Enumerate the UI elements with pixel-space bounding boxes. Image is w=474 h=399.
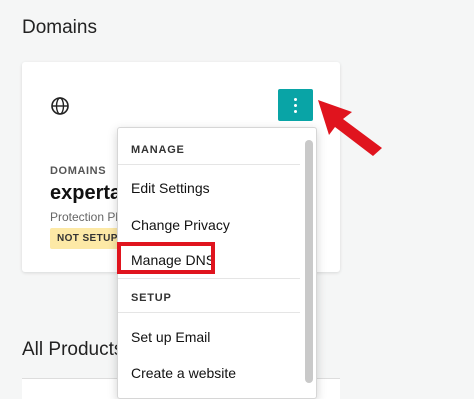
menu-item-change-privacy[interactable]: Change Privacy bbox=[131, 217, 230, 233]
section-title-all-products: All Products bbox=[22, 339, 124, 360]
highlight-box bbox=[117, 242, 215, 274]
status-badge: NOT SETUP bbox=[50, 228, 125, 249]
menu-divider bbox=[118, 278, 300, 279]
menu-scrollbar[interactable] bbox=[305, 140, 313, 383]
menu-section-manage: MANAGE bbox=[131, 144, 185, 156]
menu-section-setup: SETUP bbox=[131, 292, 172, 304]
protection-plan-text: Protection Pla bbox=[50, 210, 125, 224]
section-title-domains: Domains bbox=[22, 17, 97, 38]
card-label: DOMAINS bbox=[50, 165, 107, 177]
more-vertical-icon bbox=[294, 97, 297, 101]
arrow-icon bbox=[318, 100, 382, 156]
menu-divider bbox=[118, 312, 300, 313]
menu-divider bbox=[118, 164, 300, 165]
menu-item-edit-settings[interactable]: Edit Settings bbox=[131, 180, 210, 196]
menu-item-create-website[interactable]: Create a website bbox=[131, 365, 236, 381]
globe-icon bbox=[51, 97, 69, 115]
menu-item-set-up-email[interactable]: Set up Email bbox=[131, 329, 210, 345]
more-options-button[interactable] bbox=[278, 89, 313, 121]
